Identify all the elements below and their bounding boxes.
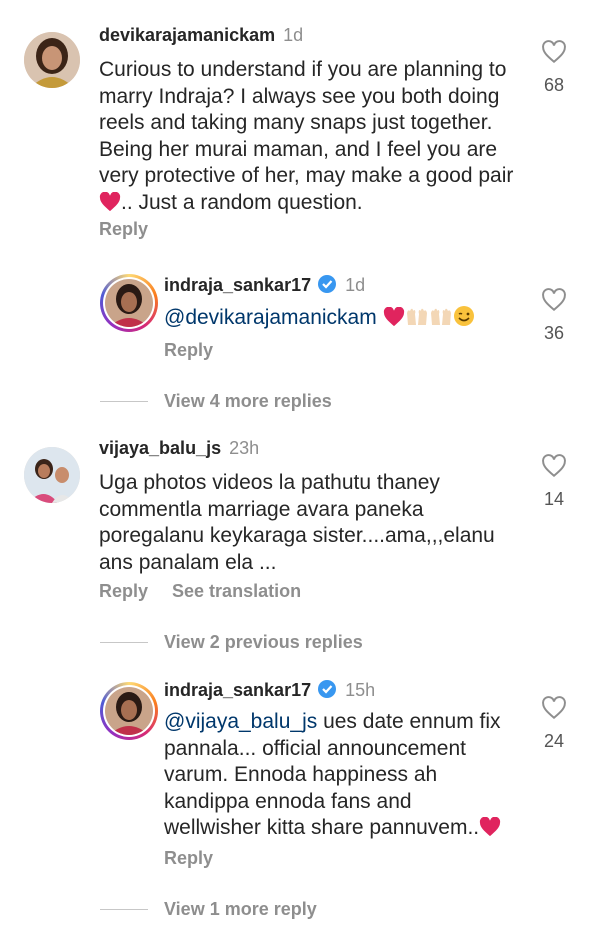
timestamp: 1d (283, 25, 304, 45)
view-more-reply[interactable]: View 1 more reply (100, 899, 317, 920)
raised-hands-emoji-icon (429, 305, 453, 335)
comment-devikarajamanickam: devikarajamanickam 1d Curious to understa… (0, 0, 600, 250)
reply-indraja-1: indraja_sankar17 1d @devikarajamanickam R… (0, 260, 600, 370)
verified-badge-icon (317, 679, 337, 704)
like-count: 68 (543, 75, 565, 95)
like-group: 24 (534, 696, 574, 752)
like-count: 36 (543, 323, 565, 343)
comment-text: Curious to understand if you are plannin… (99, 57, 529, 219)
raised-hands-emoji-icon (405, 305, 429, 335)
avatar[interactable] (100, 682, 158, 740)
comment-body-suffix: .. Just a random question. (121, 190, 363, 214)
divider-line (100, 909, 148, 910)
avatar[interactable] (24, 32, 80, 88)
timestamp: 1d (345, 275, 366, 295)
divider-line (100, 642, 148, 643)
reply-button[interactable]: Reply (164, 340, 213, 360)
like-group: 68 (534, 40, 574, 96)
username[interactable]: indraja_sankar17 (164, 275, 311, 295)
see-translation-button[interactable]: See translation (172, 581, 301, 601)
heart-icon[interactable] (541, 696, 567, 724)
heart-emoji-icon (479, 816, 501, 845)
view-more-label[interactable]: View 1 more reply (164, 899, 317, 920)
like-group: 36 (534, 288, 574, 344)
avatar[interactable] (100, 274, 158, 332)
heart-emoji-icon (99, 191, 121, 220)
view-more-label[interactable]: View 4 more replies (164, 391, 332, 412)
comment-text: Uga photos videos la pathutu thaney comm… (99, 471, 495, 574)
view-previous-replies[interactable]: View 2 previous replies (100, 632, 363, 653)
reply-button[interactable]: Reply (99, 219, 148, 239)
reply-text: @devikarajamanickam (164, 305, 475, 335)
avatar[interactable] (24, 447, 80, 503)
username[interactable]: vijaya_balu_js (99, 438, 221, 458)
heart-icon[interactable] (541, 288, 567, 316)
heart-emoji-icon (383, 306, 405, 335)
like-group: 14 (534, 454, 574, 510)
view-more-replies[interactable]: View 4 more replies (100, 391, 332, 412)
comment-body: Curious to understand if you are plannin… (99, 58, 514, 187)
username[interactable]: indraja_sankar17 (164, 680, 311, 700)
reply-button[interactable]: Reply (99, 581, 148, 601)
winking-face-emoji-icon (453, 305, 475, 335)
comment-vijaya-balu-js: vijaya_balu_js 23h Uga photos videos la p… (0, 430, 600, 610)
reply-button[interactable]: Reply (164, 848, 213, 868)
username[interactable]: devikarajamanickam (99, 25, 275, 45)
timestamp: 23h (229, 438, 260, 458)
mention-link[interactable]: @vijaya_balu_js (164, 710, 317, 733)
heart-icon[interactable] (541, 454, 567, 482)
verified-badge-icon (317, 274, 337, 299)
reply-text: @vijaya_balu_js ues date ennum fix panna… (164, 709, 514, 845)
mention-link[interactable]: @devikarajamanickam (164, 306, 377, 329)
view-more-label[interactable]: View 2 previous replies (164, 632, 363, 653)
like-count: 24 (543, 731, 565, 751)
reply-indraja-2: indraja_sankar17 15h @vijaya_balu_js ues … (0, 668, 600, 878)
heart-icon[interactable] (541, 40, 567, 68)
divider-line (100, 401, 148, 402)
timestamp: 15h (345, 680, 376, 700)
like-count: 14 (543, 489, 565, 509)
